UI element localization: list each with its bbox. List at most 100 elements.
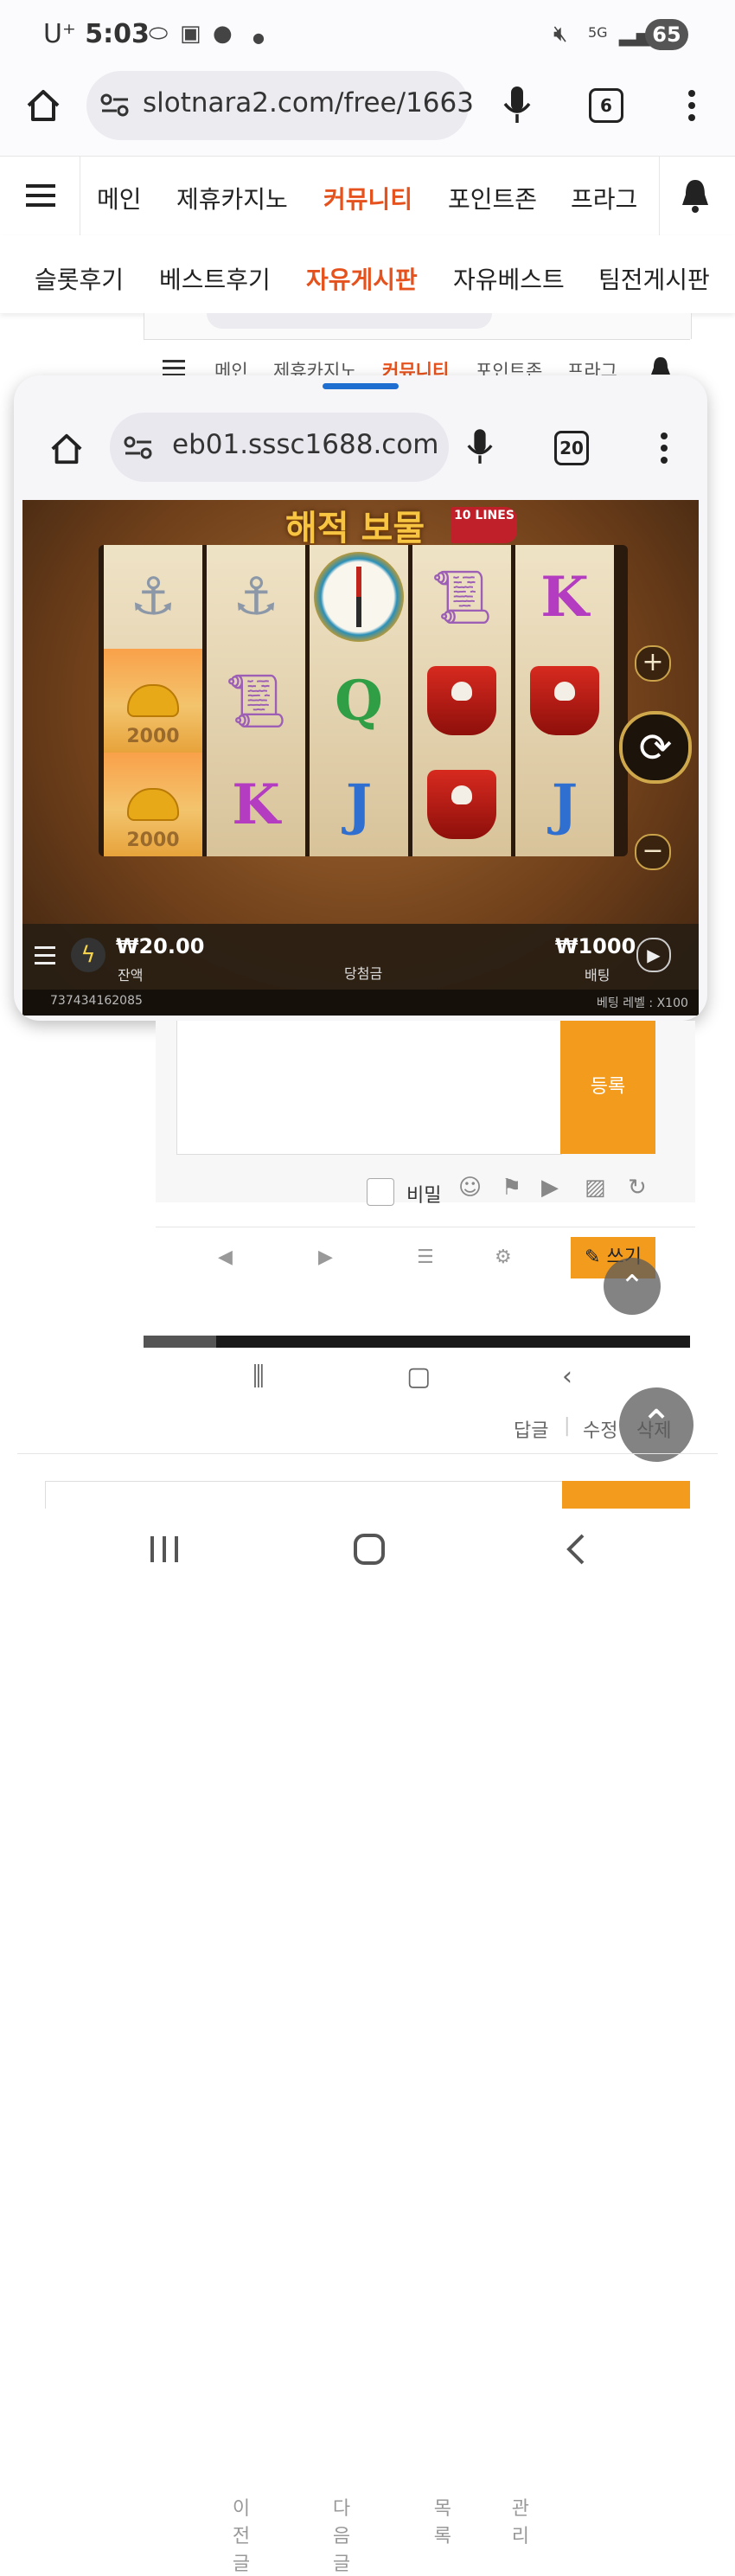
mic-icon[interactable] <box>502 85 533 126</box>
game-menu-icon[interactable] <box>35 943 55 969</box>
reel-2: ⚓ 📜︎ K <box>207 545 305 856</box>
letter-j-symbol: J <box>551 772 578 837</box>
mute-icon: 🔇︎ <box>553 21 568 47</box>
bet-value: ₩1000 <box>555 934 636 958</box>
manage-label: 관리 <box>511 2498 529 2547</box>
slot-game[interactable]: 해적 보물 10 LINES ⚓ 2000 2000 ⚓ 📜︎ K Q J 📜︎… <box>22 500 699 1016</box>
scroll-top-button-inner[interactable]: ⌃ <box>604 1258 661 1315</box>
subnav-slot-review[interactable]: 슬롯후기 <box>35 261 124 296</box>
game-hud: ϟ ₩20.00 잔액 당첨금 ₩1000 배팅 ▶ <box>22 924 699 990</box>
scroll-top-button[interactable]: ⌃ <box>619 1387 693 1462</box>
anchor-symbol: ⚓ <box>233 567 279 627</box>
nav-divider <box>659 157 660 236</box>
prev-post-label: 이전글 <box>232 2498 251 2575</box>
url-text[interactable]: slotnara2.com/free/1663 <box>143 87 474 119</box>
home-icon[interactable] <box>24 87 62 125</box>
popup-browser-window[interactable]: eb01.sssc1688.com 20 해적 보물 10 LINES ⚓ 20… <box>14 375 707 1021</box>
ship-symbol <box>412 649 511 753</box>
reel-3: Q J <box>310 545 408 856</box>
letter-k-symbol: K <box>540 564 589 630</box>
emoji-icon[interactable]: ☺ <box>458 1175 482 1201</box>
bet-level: 베팅 레벨 : X100 <box>597 996 688 1010</box>
anchor-symbol: ⚓ <box>130 567 176 627</box>
nav-item-pragmatic[interactable]: 프라그 <box>571 181 637 215</box>
next-submit-button[interactable] <box>562 1481 690 1509</box>
next-post-label: 다음글 <box>332 2498 351 2575</box>
map-symbol: 📜︎ <box>428 567 495 628</box>
letter-k-symbol: K <box>232 772 280 837</box>
reply-link[interactable]: 답글 <box>514 1415 548 1443</box>
pill-icon: ⬭ <box>149 21 169 47</box>
submit-comment-button[interactable]: 등록 <box>560 1021 655 1154</box>
prev-post-link[interactable]: ◀ 이전글 <box>218 1246 250 2575</box>
flag-icon[interactable]: ⚑ <box>502 1175 521 1201</box>
gold-amount: 2000 <box>126 830 180 851</box>
nav-item-main[interactable]: 메인 <box>97 181 142 215</box>
popup-tab-switcher-button[interactable]: 20 <box>554 431 589 465</box>
letter-j-symbol: J <box>345 772 373 837</box>
bet-decrease-button[interactable]: − <box>635 834 671 870</box>
recent-apps-icon[interactable] <box>149 1535 180 1564</box>
secret-checkbox[interactable] <box>367 1178 394 1206</box>
inner-home-icon: ▢ <box>406 1362 431 1392</box>
nav-item-community[interactable]: 커뮤니티 <box>323 181 412 215</box>
dot-icon: ● <box>252 29 265 46</box>
refresh-icon[interactable]: ↻ <box>628 1175 647 1201</box>
next-post-link[interactable]: ▶ 다음글 <box>318 1246 350 2575</box>
carrier-label: U⁺ <box>43 19 76 49</box>
separator: | <box>564 1415 571 1437</box>
compass-symbol <box>310 545 408 649</box>
bell-icon[interactable] <box>680 177 711 214</box>
nav-item-partner-casino[interactable]: 제휴카지노 <box>176 181 288 215</box>
background-page-frame <box>144 313 692 339</box>
back-icon[interactable] <box>562 1533 588 1566</box>
balance-label: 잔액 <box>118 967 144 984</box>
subnav-team-board[interactable]: 팀전게시판 <box>598 261 710 296</box>
more-menu-icon[interactable] <box>683 88 700 123</box>
video-icon[interactable]: ▶ <box>541 1175 559 1201</box>
autoplay-icon[interactable]: ▶ <box>636 938 671 972</box>
next-comment-textarea[interactable] <box>45 1481 564 1509</box>
image-icon[interactable]: ▨ <box>585 1175 606 1201</box>
clock: 5:03 <box>85 19 150 49</box>
subnav-best-review[interactable]: 베스트후기 <box>159 261 271 296</box>
edit-link[interactable]: 수정 <box>583 1415 617 1443</box>
site-main-nav: 메인 제휴카지노 커뮤니티 포인트존 프라그 <box>0 156 735 237</box>
bet-increase-button[interactable]: + <box>635 645 671 682</box>
popup-url-text[interactable]: eb01.sssc1688.com <box>172 429 439 460</box>
screenshot-icon: ▣ <box>180 21 201 47</box>
battery-indicator: 65 <box>645 19 688 50</box>
turbo-icon[interactable]: ϟ <box>71 938 105 972</box>
ship-symbol <box>515 649 614 753</box>
nav-item-point-zone[interactable]: 포인트존 <box>448 181 537 215</box>
reel-grid[interactable]: ⚓ 2000 2000 ⚓ 📜︎ K Q J 📜︎ K J <box>99 545 628 856</box>
hamburger-menu-icon[interactable] <box>26 183 55 208</box>
popup-site-settings-icon[interactable] <box>124 434 153 460</box>
secret-label: 비밀 <box>406 1185 442 1207</box>
divider <box>17 1453 718 1454</box>
reel-4: 📜︎ <box>412 545 511 856</box>
list-link[interactable]: ☰ 목록 <box>417 1246 451 2547</box>
tab-switcher-button[interactable]: 6 <box>589 88 623 123</box>
win-label: 당첨금 <box>344 965 383 982</box>
site-settings-icon[interactable] <box>100 92 130 118</box>
letter-q-symbol: Q <box>335 668 383 734</box>
popup-drag-handle[interactable] <box>323 383 399 389</box>
subnav-free-board[interactable]: 자유게시판 <box>306 261 418 296</box>
inner-progress <box>144 1336 216 1348</box>
list-label: 목록 <box>433 2498 451 2547</box>
gold-amount: 2000 <box>126 726 180 747</box>
popup-home-icon[interactable] <box>48 431 85 467</box>
popup-more-menu-icon[interactable] <box>655 431 673 465</box>
reel-1: ⚓ 2000 2000 <box>104 545 202 856</box>
inner-back-icon: ‹ <box>562 1362 572 1392</box>
manage-link[interactable]: ⚙ 관리 <box>495 1246 529 2547</box>
gold-symbol: 2000 <box>104 649 202 753</box>
bet-label: 배팅 <box>585 967 610 984</box>
home-button-icon[interactable] <box>353 1533 386 1566</box>
comment-textarea[interactable] <box>176 1021 562 1155</box>
spin-button[interactable]: ⟳ <box>619 711 692 784</box>
subnav-free-best[interactable]: 자유베스트 <box>453 261 565 296</box>
background-url-pill <box>207 313 492 329</box>
popup-mic-icon[interactable] <box>465 427 495 467</box>
